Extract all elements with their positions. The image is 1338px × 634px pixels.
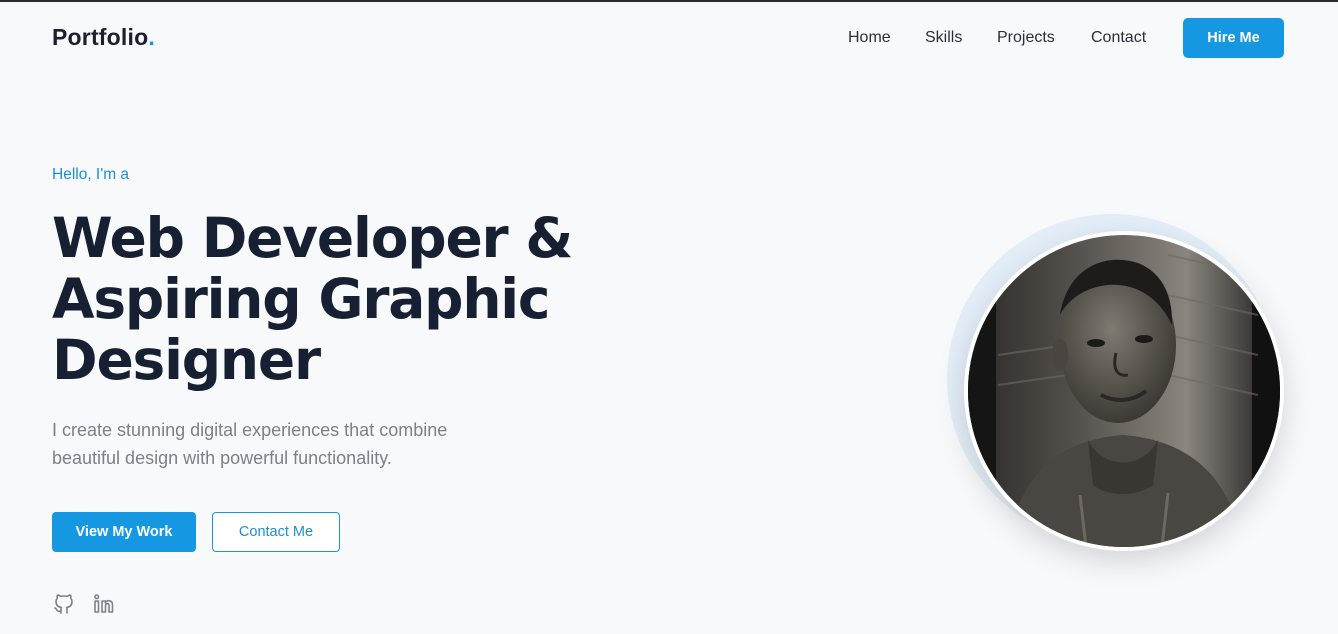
top-navbar: Portfolio. Home Skills Projects Contact … [0,2,1338,78]
social-links [52,592,116,616]
hero-description: I create stunning digital experiences th… [52,420,448,468]
logo[interactable]: Portfolio. [52,24,155,51]
headline-line-2: Aspiring Graphic [52,267,551,331]
github-icon[interactable] [52,592,76,616]
linkedin-icon[interactable] [92,592,116,616]
greeting-text: Hello, I'm a [52,166,130,183]
hero-headline: Web Developer & Aspiring Graphic Designe… [52,208,672,391]
headline-line-1: Web Developer & [52,206,573,270]
nav-link-projects[interactable]: Projects [997,29,1055,47]
view-my-work-button[interactable]: View My Work [52,512,196,552]
logo-text: Portfolio [52,24,149,50]
headline-line-3: Designer [52,328,321,392]
nav-link-skills[interactable]: Skills [925,29,962,47]
contact-me-button[interactable]: Contact Me [212,512,340,552]
nav-link-contact[interactable]: Contact [1091,29,1146,47]
profile-photo-image [968,235,1280,547]
profile-photo [964,231,1284,551]
hire-me-button[interactable]: Hire Me [1183,18,1284,58]
logo-dot: . [148,24,155,50]
nav-link-home[interactable]: Home [848,29,891,47]
